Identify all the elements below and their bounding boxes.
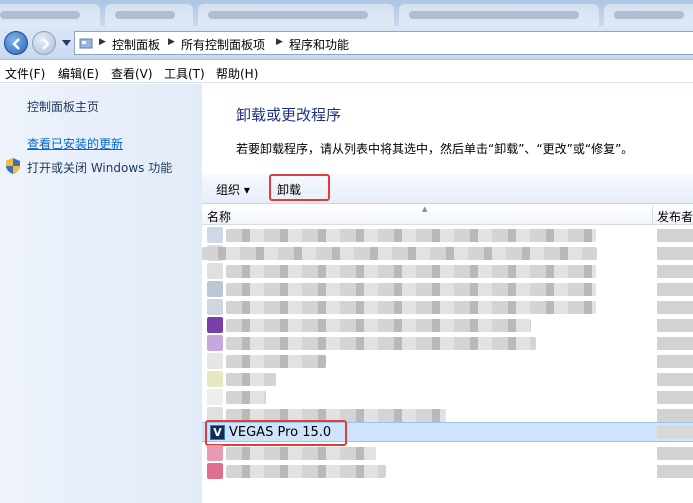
- program-icon: [207, 371, 223, 387]
- tab-blurred[interactable]: [198, 4, 394, 26]
- sort-up-icon: ▲: [422, 205, 428, 213]
- table-row-selected[interactable]: V VEGAS Pro 15.0: [202, 420, 693, 446]
- program-list: V VEGAS Pro 15.0: [202, 226, 693, 503]
- program-icon: [207, 389, 223, 405]
- breadcrumb-arrow-icon[interactable]: ▶: [168, 37, 175, 47]
- program-icon: [207, 463, 223, 479]
- address-bar: ▶ 控制面板 ▶ 所有控制面板项 ▶ 程序和功能: [0, 26, 693, 60]
- uninstall-button[interactable]: 卸载: [269, 174, 330, 201]
- tab-blurred[interactable]: [604, 4, 693, 26]
- program-icon: [207, 335, 223, 351]
- column-name[interactable]: 名称: [207, 208, 231, 225]
- menu-file[interactable]: 文件(F): [5, 65, 45, 82]
- table-row[interactable]: [202, 298, 693, 316]
- address-field[interactable]: ▶ 控制面板 ▶ 所有控制面板项 ▶ 程序和功能: [74, 31, 693, 55]
- program-icon: [207, 263, 223, 279]
- table-row[interactable]: [202, 444, 693, 462]
- menu-help[interactable]: 帮助(H): [216, 65, 258, 82]
- breadcrumb-arrow-icon[interactable]: ▶: [276, 37, 283, 47]
- table-row[interactable]: [202, 334, 693, 352]
- arrow-left-icon: [12, 38, 20, 50]
- program-icon: [207, 353, 223, 369]
- sidebar-item-home[interactable]: 控制面板主页: [27, 98, 99, 115]
- main-content: 卸载或更改程序 若要卸载程序，请从列表中将其选中，然后单击“卸载”、“更改”或“…: [202, 84, 693, 503]
- arrow-right-icon: [42, 38, 50, 50]
- publisher-cell: [657, 425, 693, 439]
- tab-strip: [0, 0, 693, 26]
- table-row[interactable]: [202, 316, 693, 334]
- table-row[interactable]: [202, 370, 693, 388]
- table-row[interactable]: [202, 388, 693, 406]
- menu-tools[interactable]: 工具(T): [164, 65, 205, 82]
- toolbar: 组织 ▾ 卸载: [202, 174, 693, 204]
- menu-bar: 文件(F) 编辑(E) 查看(V) 工具(T) 帮助(H): [0, 61, 693, 83]
- table-row[interactable]: [202, 226, 693, 244]
- menu-view[interactable]: 查看(V): [111, 65, 153, 82]
- sidebar-item-windows-features[interactable]: 打开或关闭 Windows 功能: [27, 159, 172, 176]
- breadcrumb-item[interactable]: 所有控制面板项: [181, 36, 265, 53]
- program-icon: [207, 317, 223, 333]
- table-row[interactable]: [202, 462, 693, 480]
- program-icon: [207, 445, 223, 461]
- annotation-highlight-box: [205, 420, 347, 446]
- back-button[interactable]: [4, 31, 28, 55]
- table-row[interactable]: [202, 262, 693, 280]
- table-row[interactable]: [202, 244, 693, 262]
- forward-button[interactable]: [32, 31, 56, 55]
- organize-button[interactable]: 组织 ▾: [216, 181, 250, 198]
- history-dropdown-icon[interactable]: [62, 40, 71, 46]
- program-icon: [207, 299, 223, 315]
- sidebar: 控制面板主页 查看已安装的更新 打开或关闭 Windows 功能: [0, 84, 202, 503]
- column-publisher[interactable]: 发布者: [657, 208, 693, 225]
- control-panel-icon: [79, 38, 93, 49]
- breadcrumb-arrow-icon[interactable]: ▶: [99, 37, 106, 47]
- shield-icon: [6, 158, 20, 174]
- tab-blurred[interactable]: [0, 4, 100, 26]
- program-icon: [207, 227, 223, 243]
- tab-blurred[interactable]: [399, 4, 599, 26]
- page-title: 卸载或更改程序: [236, 106, 342, 124]
- breadcrumb-item[interactable]: 程序和功能: [289, 36, 349, 53]
- menu-edit[interactable]: 编辑(E): [58, 65, 99, 82]
- table-row[interactable]: [202, 352, 693, 370]
- table-row[interactable]: [202, 280, 693, 298]
- sidebar-item-installed-updates[interactable]: 查看已安装的更新: [27, 135, 123, 152]
- tab-blurred[interactable]: [105, 4, 193, 26]
- page-description: 若要卸载程序，请从列表中将其选中，然后单击“卸载”、“更改”或“修复”。: [236, 142, 634, 156]
- breadcrumb-item[interactable]: 控制面板: [112, 36, 160, 53]
- column-header: 名称 ▲ 发布者: [202, 205, 693, 225]
- column-divider[interactable]: [652, 205, 653, 225]
- program-icon: [207, 281, 223, 297]
